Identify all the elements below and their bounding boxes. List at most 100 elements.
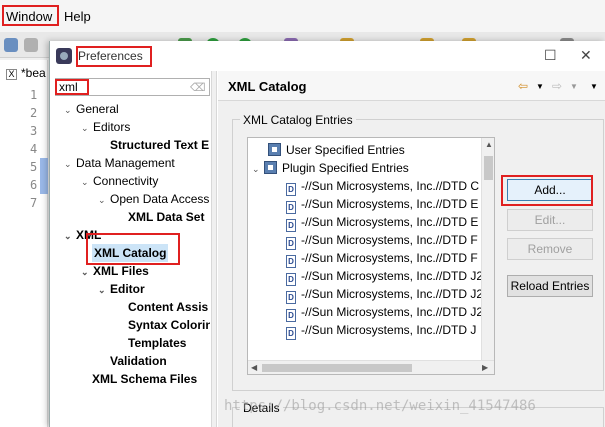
xml-file-icon: X [6,69,17,80]
editor-tab[interactable]: X *bea [6,66,46,80]
list-item-label: -//Sun Microsystems, Inc.//DTD F [301,233,478,247]
horizontal-scrollbar[interactable]: ◀ ▶ [248,360,494,374]
tree-item-label: Templates [128,336,187,350]
tree-item-label: Content Assis [128,300,209,314]
close-icon[interactable]: ✕ [580,47,592,64]
title-highlight [76,46,152,67]
page-title: XML Catalog [228,79,307,94]
forward-arrow-icon[interactable]: ⇨ [552,79,562,93]
vertical-scrollbar[interactable]: ▲ [481,138,494,362]
list-item-label: -//Sun Microsystems, Inc.//DTD F [301,251,478,265]
list-item-label: -//Sun Microsystems, Inc.//DTD E [301,197,479,211]
list-item[interactable]: D -//Sun Microsystems, Inc.//DTD F [286,249,478,268]
tree-item-validation[interactable]: Validation [110,352,167,370]
scroll-left-icon[interactable]: ◀ [251,363,257,372]
toolbar-icon[interactable] [4,38,18,52]
maximize-icon[interactable]: ☐ [544,47,557,64]
list-item[interactable]: D -//Sun Microsystems, Inc.//DTD C [286,177,480,196]
tree-item-label: XML Data Set [128,210,205,224]
list-item[interactable]: D -//Sun Microsystems, Inc.//DTD E [286,195,479,214]
catalog-icon [264,161,277,174]
list-item-label: Plugin Specified Entries [282,161,409,175]
line-number: 1 [30,88,38,102]
tree-item-editor[interactable]: ⌄ Editor [98,280,145,298]
chevron-down-icon[interactable]: ⌄ [98,281,110,299]
scroll-up-icon[interactable]: ▲ [485,140,493,149]
tree-item-label: Connectivity [93,174,159,188]
tree-item-connectivity[interactable]: ⌄ Connectivity [81,172,158,190]
watermark: https://blog.csdn.net/weixin_41547486 [224,398,536,414]
xml-catalog-page: XML Catalog ⇦ ▼ ⇨ ▼ ▼ XML Catalog Entrie… [218,71,605,427]
list-item[interactable]: D -//Sun Microsystems, Inc.//DTD E [286,213,479,232]
catalog-entries-list[interactable]: User Specified Entries ⌄ Plugin Specified… [247,137,495,375]
chevron-down-icon[interactable]: ⌄ [64,101,76,119]
add-button-highlight [501,175,593,206]
scroll-thumb[interactable] [262,364,412,372]
tree-item-syntax-coloring[interactable]: Syntax Colorin [128,316,210,334]
list-item[interactable]: D -//Sun Microsystems, Inc.//DTD J2 [286,285,484,304]
tree-item-label: Validation [110,354,167,368]
chevron-down-icon[interactable]: ⌄ [81,263,93,281]
list-item[interactable]: D -//Sun Microsystems, Inc.//DTD J [286,321,477,340]
remove-button[interactable]: Remove [507,238,593,260]
window-menu-highlight [2,5,59,26]
tree-item-xml-schema-files[interactable]: XML Schema Files [92,370,197,388]
list-item-label: -//Sun Microsystems, Inc.//DTD E [301,215,479,229]
line-number: 7 [30,196,38,210]
chevron-down-icon[interactable]: ⌄ [64,155,76,173]
reload-entries-button[interactable]: Reload Entries [507,275,593,297]
tree-item-label: Data Management [76,156,175,170]
xml-catalog-highlight [86,233,180,265]
dtd-icon: D [286,327,296,340]
list-item-label: User Specified Entries [286,143,405,157]
clear-filter-icon[interactable]: ⌫ [190,81,206,94]
tree-item-label: XML Files [93,264,149,278]
list-item[interactable]: ⌄ Plugin Specified Entries [252,159,409,177]
tree-item-structured-text[interactable]: Structured Text E [110,136,209,154]
list-item[interactable]: User Specified Entries [268,141,405,159]
chevron-down-icon[interactable]: ⌄ [64,227,76,245]
tree-item-label: Open Data Access [110,192,210,206]
list-item-label: -//Sun Microsystems, Inc.//DTD J [301,323,477,337]
chevron-down-icon[interactable]: ⌄ [81,173,93,191]
list-item[interactable]: D -//Sun Microsystems, Inc.//DTD J2 [286,303,484,322]
tree-item-label: Editor [110,282,145,296]
forward-menu-icon[interactable]: ▼ [570,82,578,91]
filter-highlight [55,79,89,95]
tree-item-label: XML Schema Files [92,372,198,386]
chevron-down-icon[interactable]: ⌄ [81,119,93,137]
toolbar-icon[interactable] [24,38,38,52]
editor-tab-label: *bea [21,66,46,80]
tree-item-data-management[interactable]: ⌄ Data Management [64,154,175,172]
view-menu-icon[interactable]: ▼ [590,82,598,91]
pane-divider[interactable] [211,71,217,427]
scroll-thumb[interactable] [484,156,493,180]
tree-item-templates[interactable]: Templates [128,334,186,352]
scroll-right-icon[interactable]: ▶ [482,363,488,372]
eclipse-icon [56,48,72,64]
menu-help[interactable]: Help [64,9,91,24]
chevron-down-icon[interactable]: ⌄ [98,191,110,209]
chevron-down-icon[interactable]: ⌄ [252,160,264,178]
tree-item-content-assist[interactable]: Content Assis [128,298,208,316]
list-item[interactable]: D -//Sun Microsystems, Inc.//DTD J2 [286,267,483,286]
back-menu-icon[interactable]: ▼ [536,82,544,91]
tree-item-label: Editors [93,120,131,134]
catalog-entries-label: XML Catalog Entries [240,113,356,127]
list-item-label: -//Sun Microsystems, Inc.//DTD J2 [301,305,484,319]
edit-button[interactable]: Edit... [507,209,593,231]
tree-item-label: Structured Text E [110,138,210,152]
editor-pane: X *bea 1 2 3 4 5 6 7 [0,60,48,427]
list-item-label: -//Sun Microsystems, Inc.//DTD J2 [301,287,484,301]
tree-item-editors[interactable]: ⌄ Editors [81,118,130,136]
list-item[interactable]: D -//Sun Microsystems, Inc.//DTD F [286,231,478,250]
tree-item-label: General [76,102,119,116]
preferences-dialog: Preferences ☐ ✕ ⌫ ⌄General ⌄Editors Stru… [49,41,605,427]
back-arrow-icon[interactable]: ⇦ [518,79,528,93]
tree-item-general[interactable]: ⌄ General [64,100,119,118]
line-number: 2 [30,106,38,120]
list-item-label: -//Sun Microsystems, Inc.//DTD C [301,179,480,193]
tree-item-xml-data-set[interactable]: XML Data Set [128,208,204,226]
line-number: 4 [30,142,38,156]
tree-item-open-data-access[interactable]: ⌄ Open Data Access [98,190,209,208]
